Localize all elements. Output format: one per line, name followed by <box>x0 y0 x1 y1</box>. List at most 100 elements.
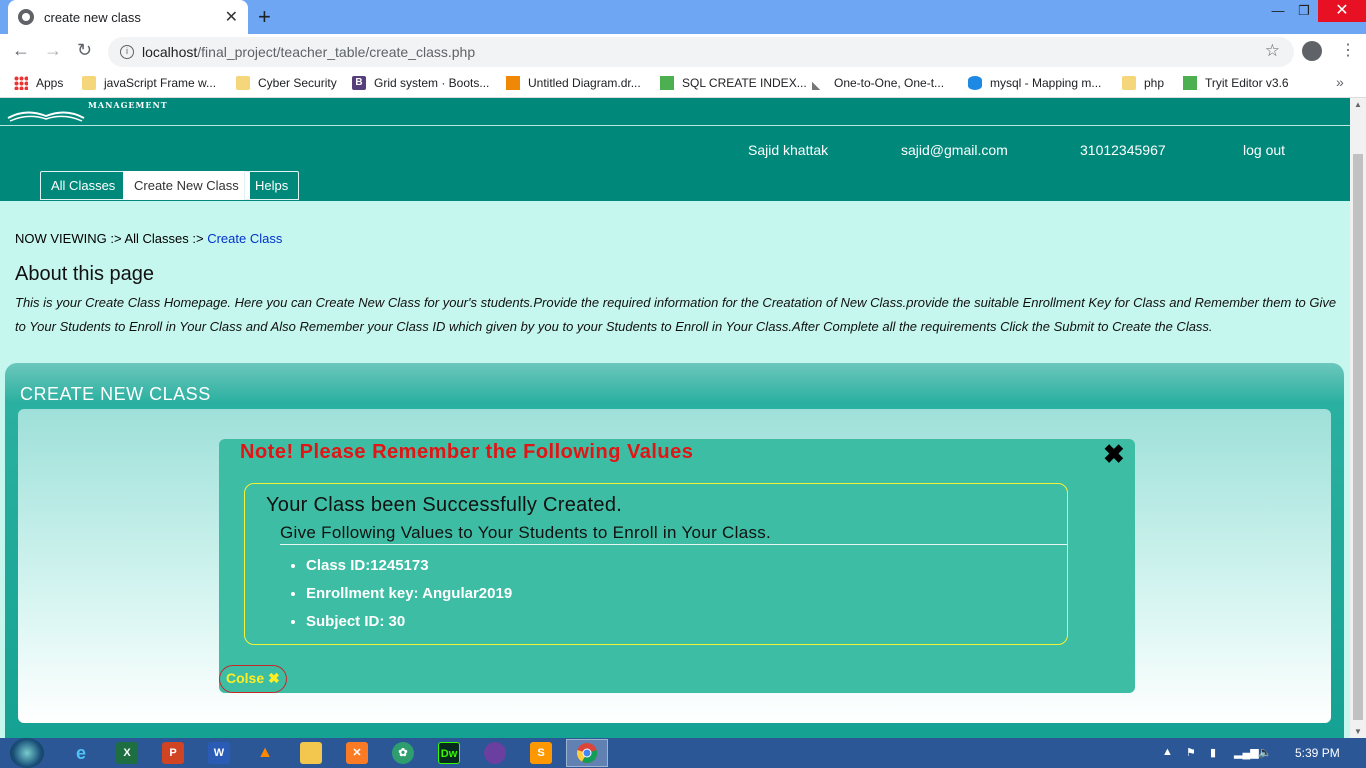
url-path: /final_project/teacher_table/create_clas… <box>197 44 476 60</box>
scroll-down-icon[interactable]: ▼ <box>1354 727 1362 736</box>
w3schools-icon <box>1183 76 1197 90</box>
address-bar[interactable]: i localhost/final_project/teacher_table/… <box>108 37 1294 67</box>
logo-text: MANAGEMENT <box>88 100 168 110</box>
excel-icon[interactable]: X <box>116 742 138 764</box>
bookmark-bootstrap[interactable]: B Grid system · Boots... <box>352 76 489 90</box>
bookmark-label: SQL CREATE INDEX... <box>682 76 807 90</box>
word-icon[interactable]: W <box>208 742 230 764</box>
browser-toolbar: ← → ↻ i localhost/final_project/teacher_… <box>0 34 1366 70</box>
folder-icon <box>1122 76 1136 90</box>
chrome-icon <box>576 743 598 763</box>
enrollment-key-item: Enrollment key: Angular2019 <box>306 580 512 608</box>
xampp-icon[interactable]: ✕ <box>346 742 368 764</box>
bookmark-star-icon[interactable]: ☆ <box>1265 41 1280 61</box>
sublime-text-icon[interactable]: S <box>530 742 552 764</box>
tray-expand-icon[interactable]: ▲ <box>1162 746 1173 758</box>
action-center-flag-icon[interactable]: ⚑ <box>1186 746 1196 759</box>
page-scrollbar[interactable]: ▲ ▼ <box>1350 98 1366 738</box>
globe-icon <box>18 9 34 25</box>
bookmark-sql-index[interactable]: SQL CREATE INDEX... <box>660 76 807 90</box>
bookmark-apps[interactable]: Apps <box>14 76 63 90</box>
bookmark-label: Untitled Diagram.dr... <box>528 76 641 90</box>
logo-strip: MANAGEMENT <box>0 98 1350 126</box>
profile-avatar-icon[interactable] <box>1302 41 1322 61</box>
bookmarks-bar: Apps javaScript Frame w... Cyber Securit… <box>0 70 1366 98</box>
bookmark-one-to-one[interactable]: One-to-One, One-t... <box>812 76 944 90</box>
values-box: Your Class been Successfully Created. Gi… <box>244 483 1068 645</box>
cursor-icon <box>812 76 826 90</box>
breadcrumb-current[interactable]: Create Class <box>207 231 282 246</box>
site-header: MANAGEMENT Sajid khattak sajid@gmail.com… <box>0 98 1350 201</box>
new-tab-button[interactable]: + <box>258 4 271 30</box>
chrome-taskbar-slot[interactable] <box>566 739 608 767</box>
class-created-dialog: Note! Please Remember the Following Valu… <box>219 439 1135 693</box>
media-player-icon[interactable] <box>484 742 506 764</box>
success-message: Your Class been Successfully Created. <box>266 494 623 516</box>
user-phone: 31012345967 <box>1080 142 1166 158</box>
instruction-message: Give Following Values to Your Students t… <box>280 523 772 542</box>
dialog-close-icon[interactable]: ✖ <box>1103 439 1125 470</box>
maximize-button[interactable]: ❐ <box>1292 0 1316 22</box>
windows-taskbar: e X P W ▲ ✕ ✿ Dw S ▲ ⚑ ▮ ▂▄▆ 🔈 5:39 PM <box>0 738 1366 768</box>
bookmark-cyber-security[interactable]: Cyber Security <box>236 76 337 90</box>
bookmark-label: php <box>1144 76 1165 90</box>
bookmark-label: One-to-One, One-t... <box>834 76 945 90</box>
subject-id-item: Subject ID: 30 <box>306 608 512 636</box>
bookmark-label: Tryit Editor v3.6 <box>1205 76 1289 90</box>
panel-body: Note! Please Remember the Following Valu… <box>18 409 1331 723</box>
drawio-icon <box>506 76 520 90</box>
logout-link[interactable]: log out <box>1243 142 1285 158</box>
window-close-button[interactable]: ✕ <box>1318 0 1366 22</box>
battery-icon[interactable]: ▮ <box>1210 746 1216 759</box>
forward-arrow-icon[interactable]: → <box>44 40 62 61</box>
powerpoint-icon[interactable]: P <box>162 742 184 764</box>
bookmark-label: Cyber Security <box>258 76 337 90</box>
breadcrumb-prefix: NOW VIEWING :> <box>15 231 122 246</box>
dialog-title: Note! Please Remember the Following Valu… <box>240 441 694 463</box>
volume-icon[interactable]: 🔈 <box>1258 746 1272 759</box>
browser-tab[interactable]: create new class ✕ <box>8 0 248 34</box>
user-name: Sajid khattak <box>748 142 829 158</box>
scrollbar-thumb[interactable] <box>1353 154 1363 720</box>
page-viewport: MANAGEMENT Sajid khattak sajid@gmail.com… <box>0 98 1350 738</box>
info-icon[interactable]: i <box>120 45 134 59</box>
tab-create-new-class[interactable]: Create New Class <box>123 171 250 200</box>
breadcrumb-all-classes[interactable]: All Classes :> <box>124 231 203 246</box>
minimize-button[interactable]: — <box>1266 0 1290 22</box>
bootstrap-icon: B <box>352 76 366 90</box>
taskbar-clock[interactable]: 5:39 PM <box>1295 746 1340 760</box>
kebab-menu-icon[interactable]: ⋮ <box>1340 40 1356 60</box>
bookmark-mysql[interactable]: mysql - Mapping m... <box>968 76 1101 90</box>
bookmark-label: Grid system · Boots... <box>374 76 490 90</box>
apps-grid-icon <box>14 76 28 90</box>
close-button[interactable]: Colse ✖ <box>219 665 287 693</box>
bookmark-tryit[interactable]: Tryit Editor v3.6 <box>1183 76 1289 90</box>
bookmark-label: mysql - Mapping m... <box>990 76 1102 90</box>
bookmark-diagram[interactable]: Untitled Diagram.dr... <box>506 76 641 90</box>
folder-icon <box>82 76 96 90</box>
tab-all-classes[interactable]: All Classes <box>40 171 127 200</box>
reload-icon[interactable]: ↻ <box>77 40 92 61</box>
bookmark-php[interactable]: php <box>1122 76 1164 90</box>
scroll-up-icon[interactable]: ▲ <box>1354 100 1362 109</box>
dreamweaver-icon[interactable]: Dw <box>438 742 460 764</box>
bookmarks-more-icon[interactable]: » <box>1336 74 1344 90</box>
browser-tabstrip: create new class ✕ + — ❐ ✕ <box>0 0 1366 34</box>
tab-close-icon[interactable]: ✕ <box>225 7 238 27</box>
internet-explorer-icon[interactable]: e <box>70 742 92 764</box>
database-icon <box>968 76 982 90</box>
divider <box>280 544 1067 545</box>
book-logo-icon <box>7 111 85 122</box>
back-arrow-icon[interactable]: ← <box>12 40 30 61</box>
network-tool-icon[interactable]: ✿ <box>392 742 414 764</box>
tab-helps[interactable]: Helps <box>244 171 300 200</box>
tab-title: create new class <box>44 9 141 25</box>
vlc-icon[interactable]: ▲ <box>254 742 276 764</box>
panel-title: CREATE NEW CLASS <box>20 384 211 404</box>
url-host: localhost <box>142 44 198 60</box>
file-explorer-icon[interactable] <box>300 742 322 764</box>
class-id-item: Class ID:1245173 <box>306 552 512 580</box>
bookmark-javascript[interactable]: javaScript Frame w... <box>82 76 216 90</box>
signal-icon[interactable]: ▂▄▆ <box>1234 746 1259 759</box>
start-button[interactable] <box>10 738 44 768</box>
